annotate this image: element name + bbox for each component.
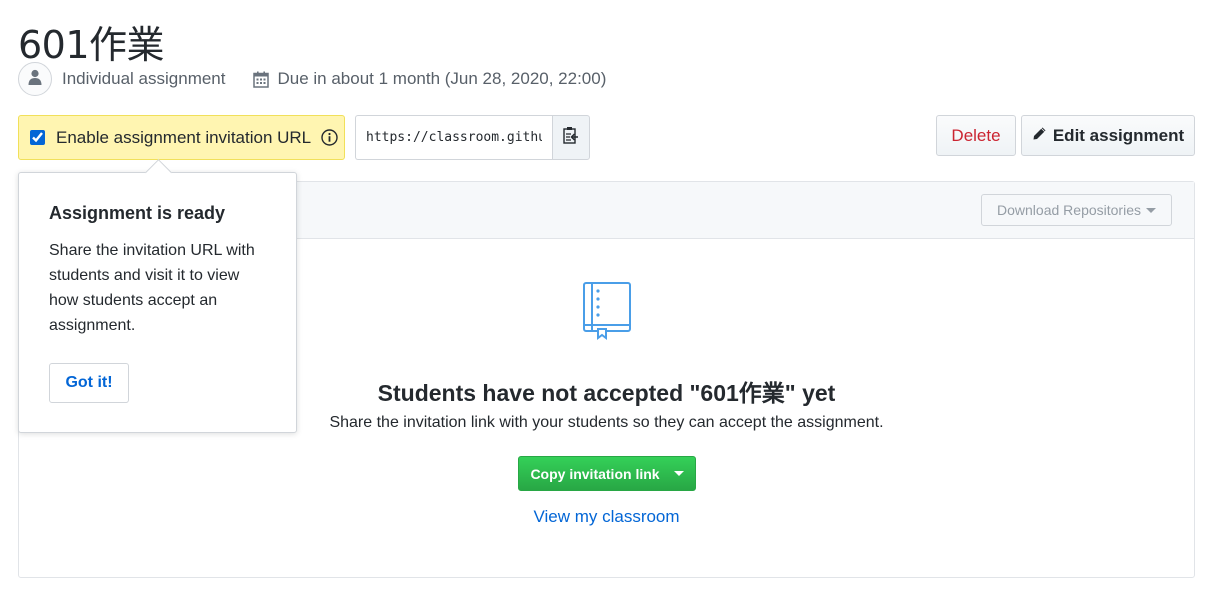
caret-down-icon <box>1145 207 1156 213</box>
popover-title: Assignment is ready <box>49 203 226 223</box>
popover-body: Share the invitation URL with students a… <box>49 242 255 334</box>
info-icon[interactable] <box>321 129 338 146</box>
page-title: 601作業 <box>18 23 165 67</box>
book-icon <box>582 281 632 346</box>
download-repositories-button[interactable]: Download Repositories <box>981 194 1172 226</box>
invitation-toggle: Enable assignment invitation URL <box>18 115 345 160</box>
view-classroom-link[interactable]: View my classroom <box>19 507 1194 527</box>
edit-assignment-label: Edit assignment <box>1052 125 1185 145</box>
edit-assignment-button[interactable]: Edit assignment <box>1021 115 1195 156</box>
download-repositories-label: Download Repositories <box>997 202 1141 218</box>
invitation-url-group <box>355 115 590 160</box>
assignment-type: Individual assignment <box>62 69 226 88</box>
copy-invitation-link-button[interactable]: Copy invitation link <box>518 456 696 491</box>
person-icon <box>28 69 42 90</box>
delete-button[interactable]: Delete <box>936 115 1016 156</box>
invitation-url-input[interactable] <box>355 115 552 160</box>
copy-invitation-link-label: Copy invitation link <box>530 465 660 482</box>
pencil-icon <box>1032 126 1053 146</box>
avatar <box>18 62 52 96</box>
invitation-checkbox[interactable] <box>30 130 45 145</box>
clipboard-icon <box>563 126 579 149</box>
caret-down-icon <box>673 471 684 476</box>
due-date: Due in about 1 month (Jun 28, 2020, 22:0… <box>277 69 607 88</box>
invitation-label: Enable assignment invitation URL <box>56 127 312 147</box>
onboarding-popover: Assignment is ready Share the invitation… <box>18 172 297 433</box>
calendar-icon <box>253 71 270 88</box>
got-it-button[interactable]: Got it! <box>49 363 129 403</box>
copy-url-button[interactable] <box>552 115 590 160</box>
assignment-meta: Individual assignment Due in about 1 mon… <box>18 62 606 96</box>
